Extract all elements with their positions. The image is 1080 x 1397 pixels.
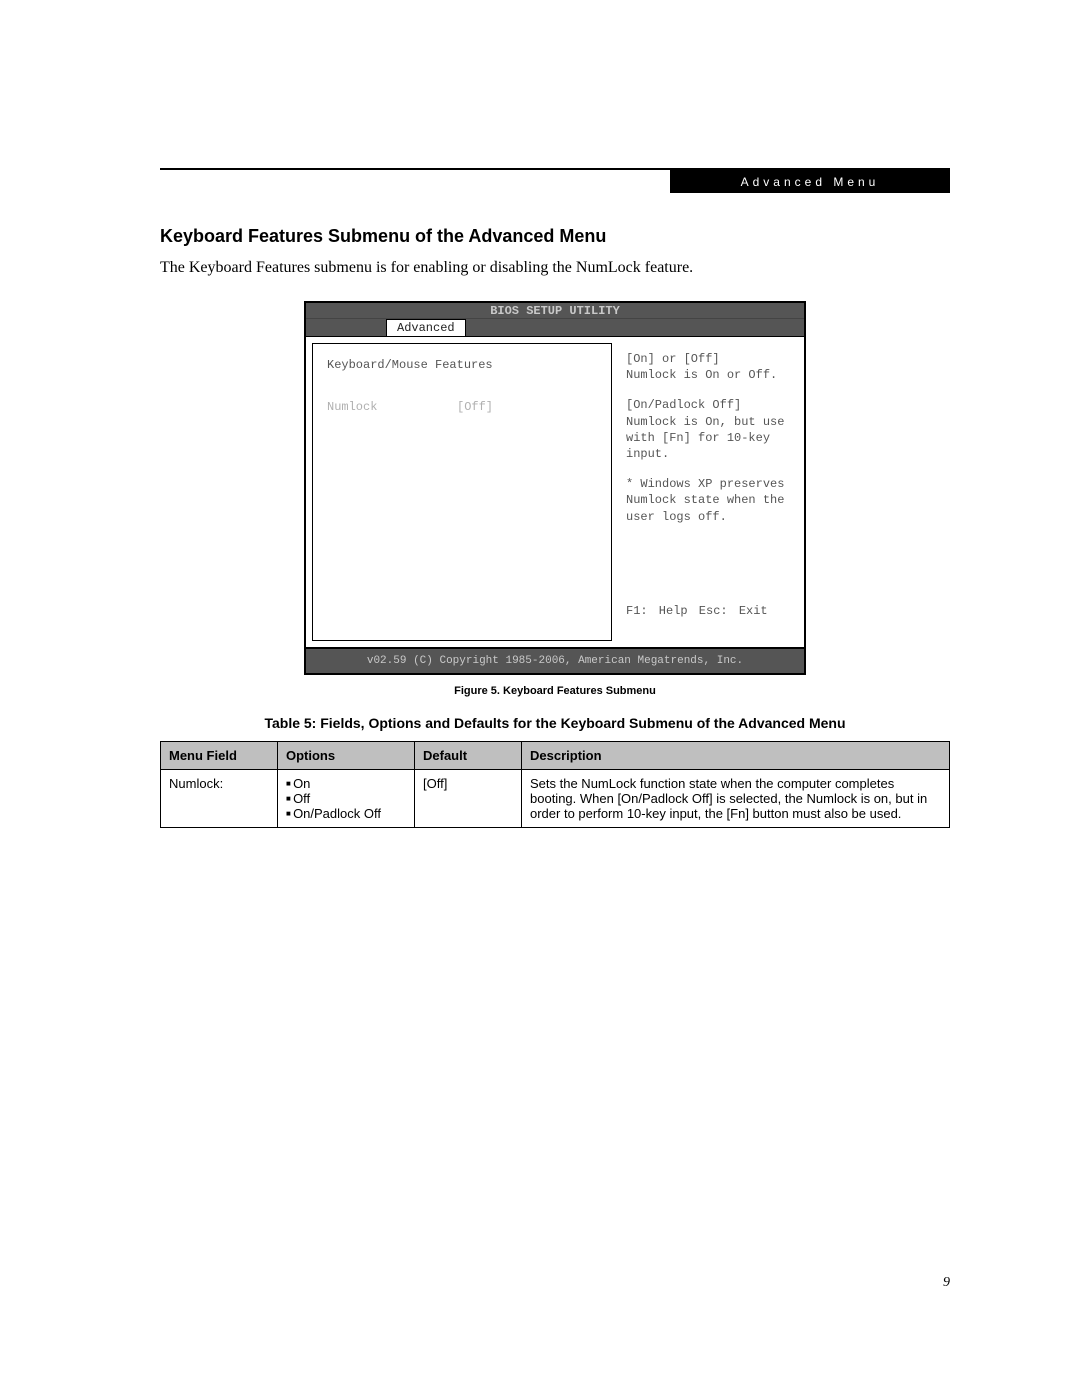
section-heading: Keyboard Features Submenu of the Advance… <box>160 226 950 247</box>
bios-left-pane: Keyboard/Mouse Features Numlock [Off] <box>312 343 612 641</box>
list-item: On/Padlock Off <box>286 806 406 821</box>
col-header-description: Description <box>522 741 950 769</box>
col-header-default: Default <box>415 741 522 769</box>
bios-setting-row: Numlock [Off] <box>327 400 597 414</box>
list-item: On <box>286 776 406 791</box>
cell-menu: Numlock: <box>161 769 278 827</box>
content: Keyboard Features Submenu of the Advance… <box>160 170 950 828</box>
cell-default: [Off] <box>415 769 522 827</box>
list-item: Off <box>286 791 406 806</box>
table-row: Numlock: On Off On/Padlock Off [Off] Set… <box>161 769 950 827</box>
intro-text: The Keyboard Features submenu is for ena… <box>160 259 950 277</box>
header-badge: Advanced Menu <box>670 170 950 193</box>
col-header-menu: Menu Field <box>161 741 278 769</box>
table-caption: Table 5: Fields, Options and Defaults fo… <box>160 715 950 731</box>
bios-screenshot: BIOS SETUP UTILITY Advanced Keyboard/Mou… <box>304 301 806 675</box>
bios-setting-value: [Off] <box>457 400 493 414</box>
bios-footer-keys: F1: Help Esc: Exit <box>626 603 790 619</box>
bios-help-1: [On] or [Off] Numlock is On or Off. <box>626 351 790 383</box>
bios-help-3: * Windows XP preserves Numlock state whe… <box>626 476 790 525</box>
bios-title: BIOS SETUP UTILITY <box>306 303 804 319</box>
figure-caption: Figure 5. Keyboard Features Submenu <box>160 685 950 697</box>
bios-setting-name: Numlock <box>327 400 457 414</box>
bios-tabs: Advanced <box>306 319 804 336</box>
bios-tab-advanced: Advanced <box>386 319 466 336</box>
col-header-options: Options <box>278 741 415 769</box>
bios-help-2: [On/Padlock Off] Numlock is On, but use … <box>626 397 790 462</box>
cell-description: Sets the NumLock function state when the… <box>522 769 950 827</box>
bios-copyright: v02.59 (C) Copyright 1985-2006, American… <box>306 647 804 673</box>
fields-table: Menu Field Options Default Description N… <box>160 741 950 828</box>
table-header-row: Menu Field Options Default Description <box>161 741 950 769</box>
page: Advanced Menu Keyboard Features Submenu … <box>0 0 1080 1397</box>
cell-options: On Off On/Padlock Off <box>278 769 415 827</box>
page-number: 9 <box>943 1275 950 1291</box>
bios-help-pane: [On] or [Off] Numlock is On or Off. [On/… <box>612 337 804 647</box>
bios-left-heading: Keyboard/Mouse Features <box>327 358 597 372</box>
